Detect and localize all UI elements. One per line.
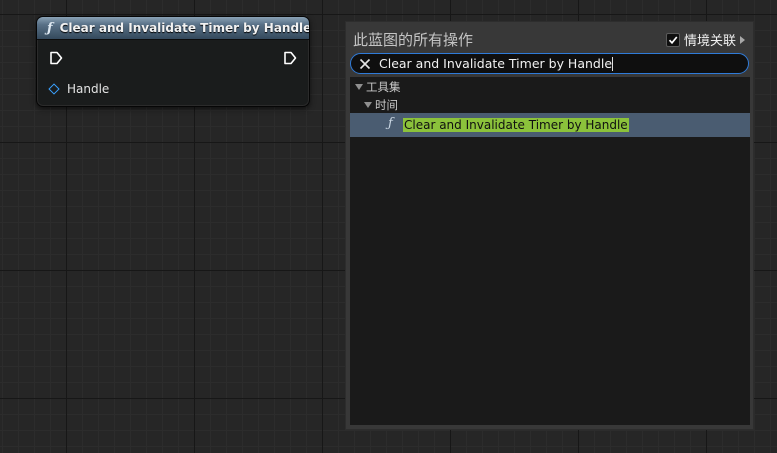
context-sensitive-label: 情境关联 [683, 34, 736, 49]
action-tree[interactable]: 工具集 时间 ƒ Clear and Invalidate Timer by H… [350, 77, 750, 425]
blueprint-graph-canvas[interactable]: ƒ Clear and Invalidate Timer by Handle H… [0, 0, 777, 453]
expand-arrow-icon[interactable] [740, 35, 745, 44]
tree-action-item[interactable]: ƒ Clear and Invalidate Timer by Handle [350, 113, 750, 137]
exec-in-pin-icon[interactable] [49, 51, 63, 65]
action-menu: 此蓝图的所有操作 情境关联 Clear and Invalidate Timer… [345, 21, 754, 430]
handle-pin-label: Handle [67, 82, 110, 96]
tree-category[interactable]: 工具集 [355, 79, 401, 95]
action-menu-title: 此蓝图的所有操作 [353, 31, 474, 49]
node-header[interactable]: ƒ Clear and Invalidate Timer by Handle [37, 17, 309, 40]
tree-collapse-icon[interactable] [355, 84, 363, 90]
exec-out-pin-icon[interactable] [283, 51, 297, 65]
struct-pin-icon[interactable] [48, 83, 60, 95]
node-title: Clear and Invalidate Timer by Handle [59, 21, 310, 35]
search-input[interactable]: Clear and Invalidate Timer by Handle [350, 53, 749, 74]
context-sensitive-toggle[interactable]: 情境关联 [665, 30, 745, 49]
tree-subcategory-label: 时间 [375, 98, 398, 112]
tree-category-label: 工具集 [366, 80, 401, 94]
handle-pin[interactable]: Handle [48, 82, 110, 96]
clear-search-icon[interactable] [359, 58, 371, 70]
context-sensitive-checkbox[interactable] [665, 32, 680, 47]
tree-action-item-label: Clear and Invalidate Timer by Handle [403, 118, 629, 132]
tree-collapse-icon[interactable] [364, 102, 372, 108]
action-menu-header: 此蓝图的所有操作 情境关联 [352, 28, 747, 50]
function-icon: ƒ [47, 20, 53, 36]
tree-subcategory[interactable]: 时间 [364, 97, 398, 113]
blueprint-node[interactable]: ƒ Clear and Invalidate Timer by Handle H… [36, 16, 310, 107]
search-input-value[interactable]: Clear and Invalidate Timer by Handle [379, 56, 614, 71]
function-icon: ƒ [388, 116, 393, 131]
checkbox-check-icon [668, 35, 678, 44]
